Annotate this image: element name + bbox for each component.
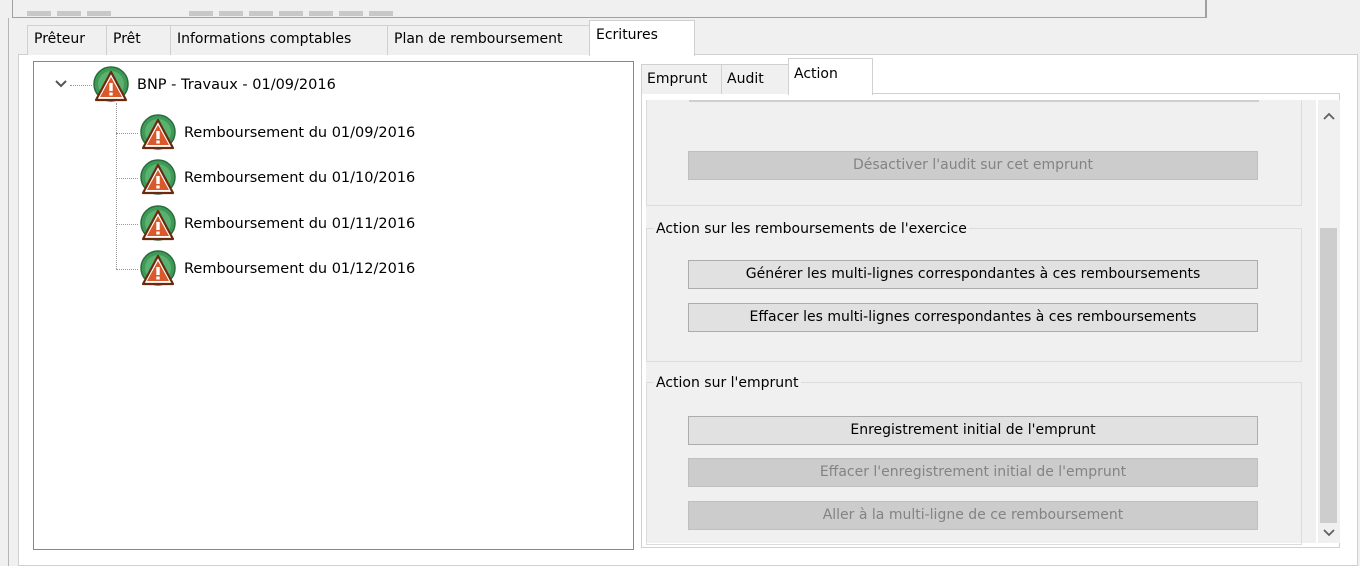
- tree-connector: [116, 269, 138, 270]
- top-toolbar-clipped: [12, 0, 1206, 18]
- tab-label: Prêteur: [34, 31, 85, 47]
- effacer-multi-lignes-button[interactable]: Effacer les multi-lignes correspondantes…: [688, 303, 1258, 332]
- scrollbar-thumb[interactable]: [1320, 228, 1337, 523]
- tab-label: Plan de remboursement: [394, 31, 563, 47]
- tree-item-remboursement[interactable]: Remboursement du 01/12/2016: [138, 249, 415, 289]
- button-label: Générer les multi-lignes correspondantes…: [745, 266, 1201, 282]
- tree-item-label: Remboursement du 01/09/2016: [184, 125, 416, 141]
- generer-multi-lignes-button[interactable]: Générer les multi-lignes correspondantes…: [688, 260, 1258, 289]
- tab-ecritures[interactable]: Ecritures: [589, 20, 695, 56]
- tree-connector: [116, 103, 117, 269]
- tab-preteur[interactable]: Prêteur: [27, 25, 112, 55]
- tab-emprunt[interactable]: Emprunt: [641, 64, 733, 94]
- tab-label: Ecritures: [596, 27, 658, 43]
- warning-icon: [138, 158, 178, 198]
- tab-label: Audit: [727, 71, 764, 87]
- toolbar-stub: [87, 11, 111, 16]
- divider: [1206, 0, 1207, 18]
- button-label: Aller à la multi-ligne de ce rembourseme…: [822, 507, 1124, 523]
- warning-icon: [91, 65, 131, 105]
- button-label: Enregistrement initial de l'emprunt: [850, 422, 1096, 438]
- toolbar-stub: [219, 11, 243, 16]
- enregistrement-initial-button[interactable]: Enregistrement initial de l'emprunt: [688, 416, 1258, 445]
- scroll-down-icon[interactable]: [1318, 523, 1340, 543]
- tree-item-remboursement[interactable]: Remboursement du 01/09/2016: [138, 113, 415, 153]
- toolbar-stub: [189, 11, 213, 16]
- toolbar-stub: [57, 11, 81, 16]
- tree-connector: [70, 85, 92, 86]
- warning-icon: [138, 249, 178, 289]
- toolbar-stub: [309, 11, 333, 16]
- tab-label: Emprunt: [647, 71, 708, 87]
- tree-connector: [116, 224, 138, 225]
- window-edge: [8, 18, 9, 566]
- tree-connector: [116, 133, 138, 134]
- tab-informations-comptables[interactable]: Informations comptables: [170, 25, 401, 55]
- group-title: Action sur les remboursements de l'exerc…: [654, 220, 969, 238]
- remboursements-group: [646, 228, 1302, 362]
- scroll-up-icon[interactable]: [1318, 106, 1340, 126]
- desactiver-audit-button[interactable]: Désactiver l'audit sur cet emprunt: [688, 151, 1258, 180]
- warning-icon: [138, 204, 178, 244]
- tab-action[interactable]: Action: [788, 58, 873, 95]
- tree-item-label: Remboursement du 01/11/2016: [184, 216, 416, 232]
- aller-multi-ligne-button[interactable]: Aller à la multi-ligne de ce rembourseme…: [688, 501, 1258, 530]
- tree-item-label: Remboursement du 01/10/2016: [184, 170, 416, 186]
- effacer-enregistrement-initial-button[interactable]: Effacer l'enregistrement initial de l'em…: [688, 458, 1258, 487]
- toolbar-stub: [369, 11, 393, 16]
- tree-item-remboursement[interactable]: Remboursement du 01/10/2016: [138, 158, 415, 198]
- warning-icon: [138, 113, 178, 153]
- clipped-button-edge: [689, 100, 1259, 102]
- button-label: Effacer les multi-lignes correspondantes…: [749, 309, 1197, 325]
- tree-item-label: Remboursement du 01/12/2016: [184, 261, 416, 277]
- toolbar-stub: [279, 11, 303, 16]
- tab-label: Informations comptables: [177, 31, 352, 47]
- tab-pret[interactable]: Prêt: [106, 25, 178, 55]
- tab-label: Prêt: [113, 31, 141, 47]
- toolbar-stub: [249, 11, 273, 16]
- tab-plan-de-remboursement[interactable]: Plan de remboursement: [387, 25, 604, 55]
- toolbar-stub: [339, 11, 363, 16]
- tree-item-label: BNP - Travaux - 01/09/2016: [137, 77, 336, 93]
- toolbar-stub: [27, 11, 51, 16]
- tree-item-remboursement[interactable]: Remboursement du 01/11/2016: [138, 204, 415, 244]
- group-title: Action sur l'emprunt: [654, 374, 801, 392]
- tree-item-root[interactable]: BNP - Travaux - 01/09/2016: [91, 65, 336, 105]
- chevron-down-icon[interactable]: [54, 77, 68, 91]
- tab-label: Action: [794, 66, 838, 82]
- button-label: Effacer l'enregistrement initial de l'em…: [819, 464, 1127, 480]
- button-label: Désactiver l'audit sur cet emprunt: [852, 157, 1094, 173]
- tree-connector: [116, 178, 138, 179]
